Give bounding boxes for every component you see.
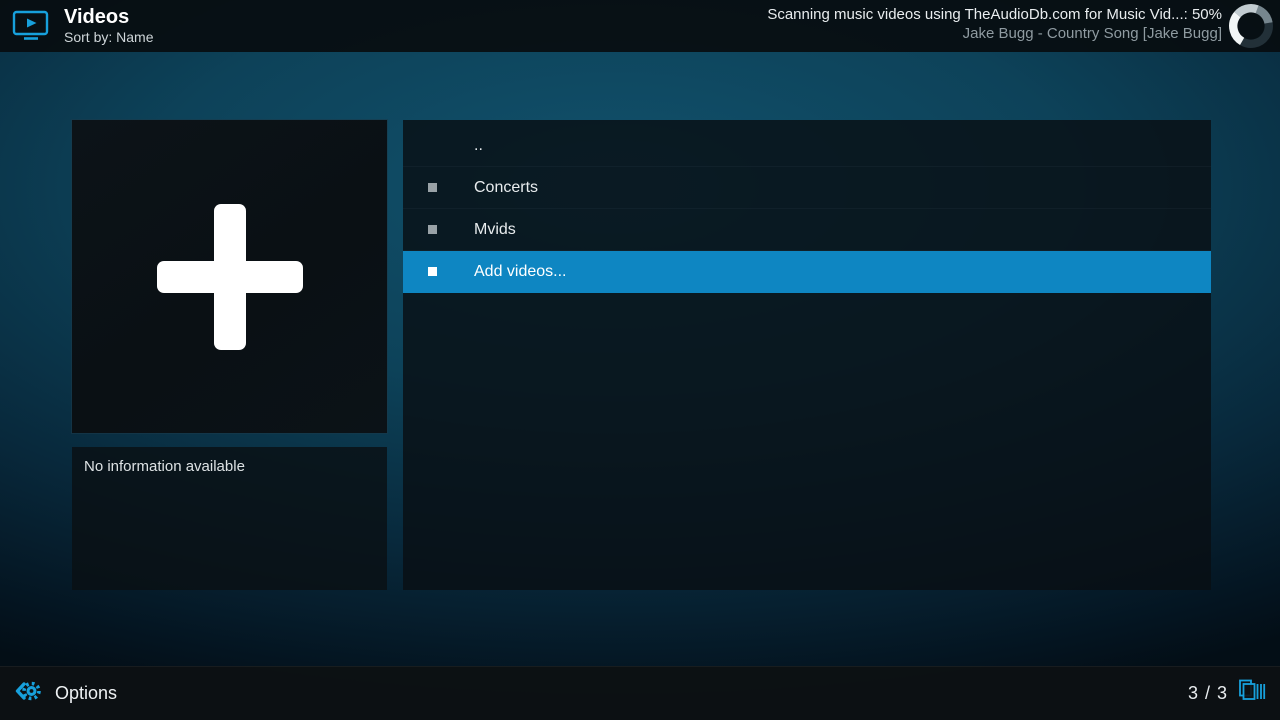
list-item-label: Concerts xyxy=(474,179,538,197)
busy-spinner-icon xyxy=(1228,3,1274,49)
item-bullet-icon xyxy=(428,267,437,276)
gear-chevron-icon xyxy=(14,678,42,709)
stacked-pages-icon xyxy=(1238,678,1266,709)
item-bullet-icon xyxy=(428,225,437,234)
list-item[interactable]: .. xyxy=(403,125,1211,167)
scan-status-line2: Jake Bugg - Country Song [Jake Bugg] xyxy=(767,25,1222,44)
bottom-bar: Options 3 / 3 xyxy=(0,666,1280,720)
list-item[interactable]: Add videos... xyxy=(403,251,1211,293)
focused-item-thumbnail xyxy=(72,120,387,433)
item-bullet-icon xyxy=(428,183,437,192)
item-position-indicator: 3 / 3 xyxy=(1188,683,1228,704)
window-heading: Videos Sort by: Name xyxy=(0,6,153,45)
media-info-panel: No information available xyxy=(72,447,387,590)
tv-play-icon xyxy=(12,9,50,43)
sort-by-label: Sort by: Name xyxy=(64,29,153,45)
options-button[interactable]: Options xyxy=(14,678,117,709)
top-bar: Videos Sort by: Name Scanning music vide… xyxy=(0,0,1280,52)
list-item[interactable]: Concerts xyxy=(403,167,1211,209)
list-item-label: Add videos... xyxy=(474,263,567,281)
options-label: Options xyxy=(55,683,117,704)
no-information-text: No information available xyxy=(84,458,245,475)
list-item[interactable]: Mvids xyxy=(403,209,1211,251)
list-item-label: .. xyxy=(474,137,483,155)
plus-icon xyxy=(157,204,303,350)
scan-status-line1: Scanning music videos using TheAudioDb.c… xyxy=(767,6,1222,25)
scan-status: Scanning music videos using TheAudioDb.c… xyxy=(767,6,1222,44)
page-title: Videos xyxy=(64,6,153,29)
file-list-panel: .. Concerts Mvids Add videos... xyxy=(403,120,1211,590)
list-item-label: Mvids xyxy=(474,221,516,239)
